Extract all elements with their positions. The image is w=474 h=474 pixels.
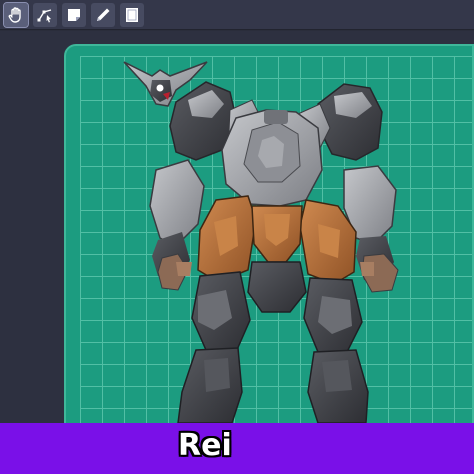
hip-joint: [247, 261, 307, 313]
caption-bar: [0, 423, 474, 474]
right-leg: [303, 277, 369, 423]
torso-armor: [221, 109, 323, 207]
caption-text: Rei: [178, 428, 232, 463]
left-arm: [149, 159, 205, 291]
robot-figure-image: [123, 61, 399, 423]
left-leg: [177, 271, 251, 423]
